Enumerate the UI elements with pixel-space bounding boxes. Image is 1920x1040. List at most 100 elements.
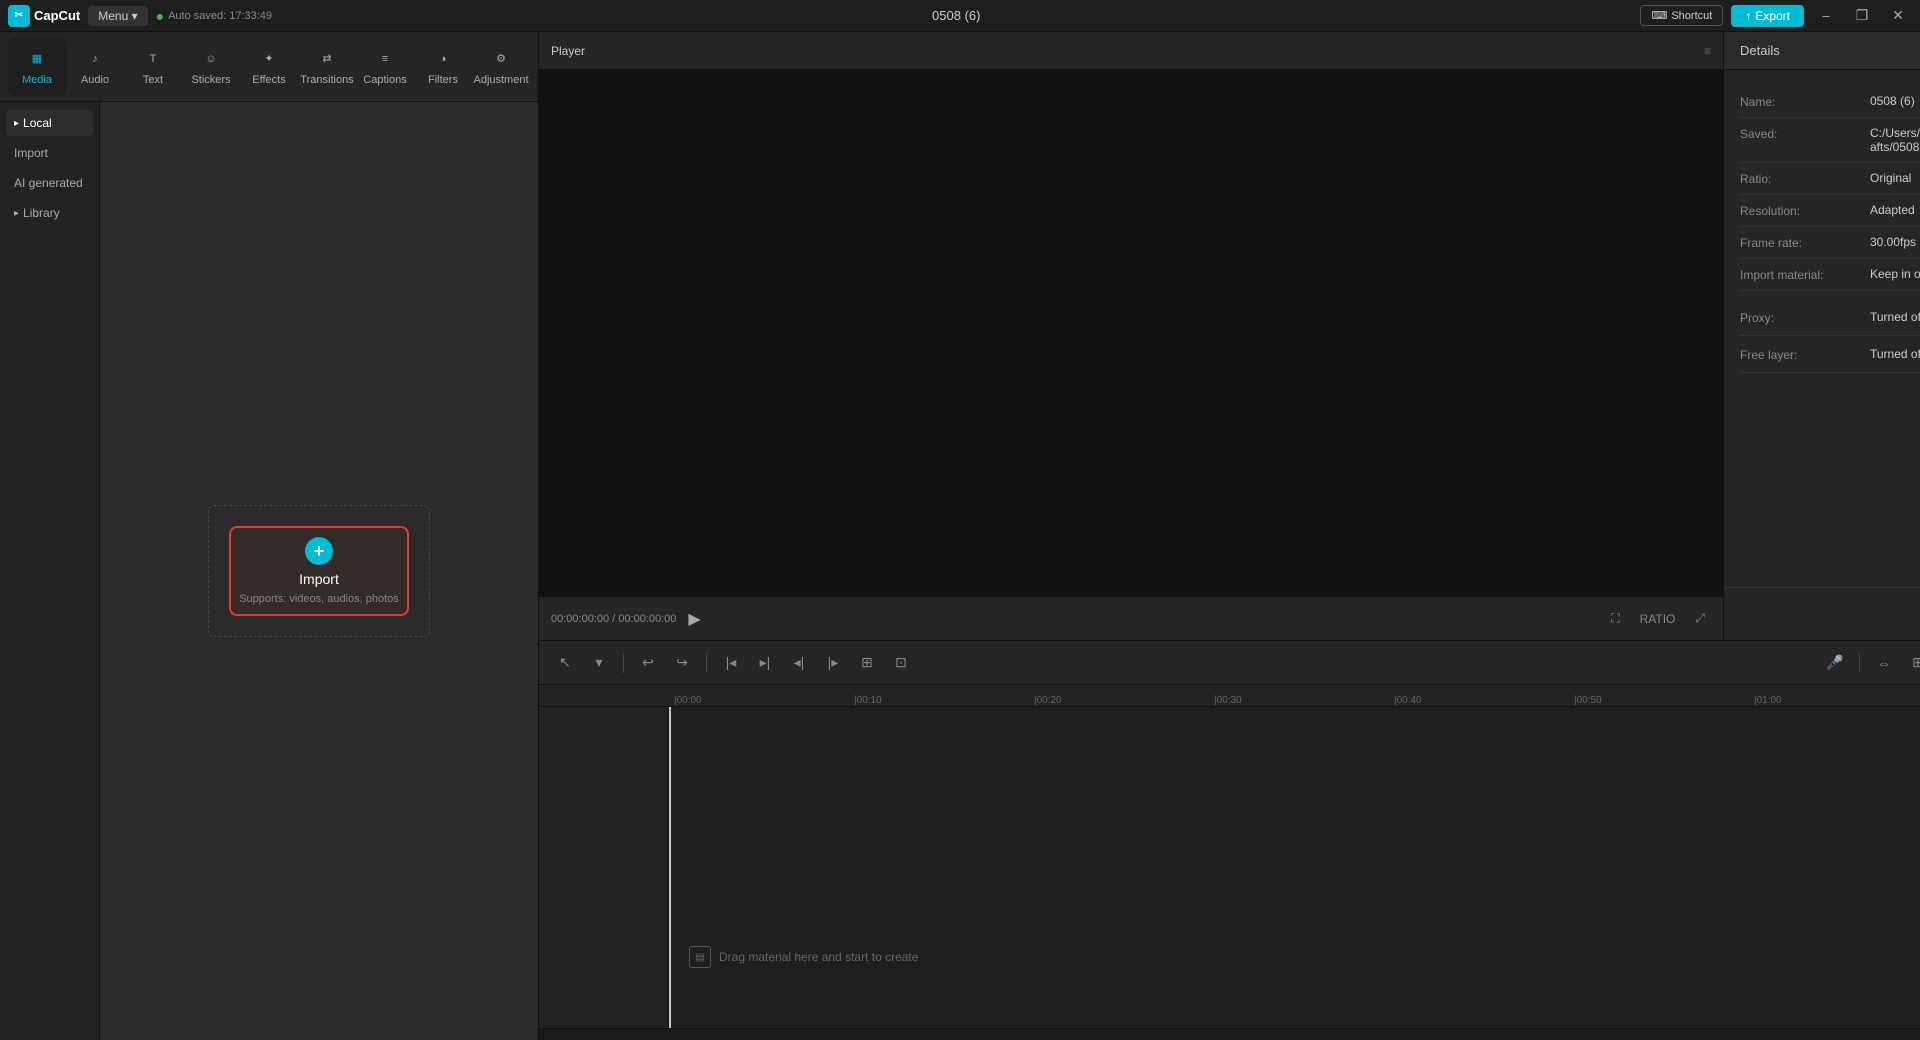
export-button[interactable]: ↑ Export [1731, 5, 1804, 27]
arrow-library: ▸ [14, 208, 19, 219]
toolbar-item-adjustment[interactable]: ⚙ Adjustment [472, 38, 530, 96]
track-area[interactable]: ▤ Drag material here and start to create [669, 707, 1920, 1028]
ratio-button[interactable]: RATIO [1634, 609, 1682, 629]
fit-button[interactable]: ⇔ [1870, 649, 1898, 677]
sidebar-item-local[interactable]: ▸ Local [6, 110, 93, 136]
cursor-dropdown[interactable]: ▾ [585, 649, 613, 677]
autosave-status: ● Auto saved: 17:33:49 [156, 8, 272, 24]
import-label: Import [299, 571, 339, 587]
sidebar-label-local: Local [23, 116, 52, 130]
cursor-button[interactable]: ↖ [551, 649, 579, 677]
filters-icon: ◑ [432, 48, 454, 70]
add-track-button[interactable]: ⊞ [853, 649, 881, 677]
export-label: Export [1755, 9, 1790, 23]
toolbar-item-media[interactable]: ▦ Media [8, 38, 66, 96]
toolbar-item-transitions[interactable]: ⇄ Transitions [298, 38, 356, 96]
effects-label: Effects [252, 74, 285, 86]
arrow-local: ▸ [14, 118, 19, 129]
shortcut-label: Shortcut [1671, 10, 1712, 22]
toolbar-item-filters[interactable]: ◑ Filters [414, 38, 472, 96]
keyboard-icon: ⌨ [1651, 9, 1667, 22]
stickers-icon: ☺ [200, 48, 222, 70]
detail-label: Name: [1740, 94, 1870, 109]
media-icon: ▦ [26, 48, 48, 70]
details-footer: Modify [1724, 587, 1920, 640]
toolbar-separator-1 [623, 653, 624, 673]
ruler-mark: |00:50 [1574, 695, 1754, 706]
minimize-button[interactable]: − [1812, 2, 1840, 30]
toolbar-item-audio[interactable]: ♪ Audio [66, 38, 124, 96]
transitions-icon: ⇄ [316, 48, 338, 70]
player-details-row: Player ≡ 00:00:00:00 / 00:00:00:00 ▶ ⛶ R… [539, 32, 1920, 640]
detail-label: Saved: [1740, 126, 1870, 141]
sidebar-label-import: Import [14, 146, 48, 160]
autosave-label: Auto saved: 17:33:49 [168, 10, 272, 22]
effects-icon: ✦ [258, 48, 280, 70]
ruler-mark: |00:40 [1394, 695, 1574, 706]
detail-label: Proxy: [1740, 310, 1870, 325]
timeline-right-controls: 🎤 ⇔ ⊞ ⊟ ⊠ ≋ ◁ ▷ [1821, 649, 1920, 677]
toolbar-item-text[interactable]: T Text [124, 38, 182, 96]
timeline-section: ↖ ▾ ↩ ↪ |◂ ▸| ◂| |▸ ⊞ ⊡ 🎤 ⇔ ⊞ ⊟ ⊠ [539, 640, 1920, 1040]
detail-row: Saved: C:/Users/MyPC/AppData/Local/CapCu… [1740, 118, 1920, 163]
toolbar-item-effects[interactable]: ✦ Effects [240, 38, 298, 96]
detail-label: Resolution: [1740, 203, 1870, 218]
details-body: Name: 0508 (6) Saved: C:/Users/MyPC/AppD… [1724, 70, 1920, 587]
menu-button[interactable]: Menu ▾ [88, 6, 147, 26]
timecode: 00:00:00:00 / 00:00:00:00 [551, 613, 676, 625]
sidebar-label-library: Library [23, 206, 60, 220]
redo-button[interactable]: ↪ [668, 649, 696, 677]
detail-row: Name: 0508 (6) [1740, 86, 1920, 118]
playhead [669, 707, 671, 1028]
left-panel: ▦ Media ♪ Audio T Text ☺ Stickers ✦ Effe… [0, 32, 539, 1040]
play-button[interactable]: ▶ [688, 609, 700, 629]
player-title: Player [551, 44, 585, 58]
player-header: Player ≡ [539, 32, 1723, 70]
sidebar-label-ai_generated: AI generated [14, 176, 83, 190]
timeline-scrollbar[interactable] [539, 1028, 1920, 1040]
sidebar-item-import[interactable]: Import [6, 140, 93, 166]
fullscreen-button[interactable]: ⤢ [1689, 608, 1711, 629]
adjustment-label: Adjustment [473, 74, 528, 86]
transitions-label: Transitions [300, 74, 353, 86]
detail-label: Frame rate: [1740, 235, 1870, 250]
details-header: Details [1724, 32, 1920, 70]
detail-value: Original [1870, 171, 1920, 185]
shortcut-button[interactable]: ⌨ Shortcut [1640, 5, 1723, 26]
media-panel: ▸ Local Import AI generated ▸ Library + Impor… [0, 102, 538, 1040]
split-left-button[interactable]: |◂ [717, 649, 745, 677]
title-bar-right: ⌨ Shortcut ↑ Export − ❐ ✕ [1640, 2, 1912, 30]
logo-text: CapCut [34, 8, 80, 23]
detail-value: 30.00fps [1870, 235, 1920, 249]
trim-right-button[interactable]: |▸ [819, 649, 847, 677]
grid-button[interactable]: ⊡ [887, 649, 915, 677]
timeline-ruler: |00:00|00:10|00:20|00:30|00:40|00:50|01:… [539, 685, 1920, 707]
detail-value: Keep in original place [1870, 267, 1920, 281]
detail-value: Turned off [1870, 347, 1920, 361]
toolbar-item-stickers[interactable]: ☺ Stickers [182, 38, 240, 96]
restore-button[interactable]: ❐ [1848, 2, 1876, 30]
sidebar-item-ai_generated[interactable]: AI generated [6, 170, 93, 196]
details-panel: Details Name: 0508 (6) Saved: C:/Users/M… [1724, 32, 1920, 640]
ruler-marks: |00:00|00:10|00:20|00:30|00:40|00:50|01:… [674, 685, 1920, 706]
undo-button[interactable]: ↩ [634, 649, 662, 677]
player-menu-icon[interactable]: ≡ [1704, 44, 1711, 58]
zoom-fit-button[interactable]: ⊞ [1904, 649, 1920, 677]
import-box[interactable]: + Import Supports: videos, audios, photo… [229, 526, 409, 616]
sidebar-item-library[interactable]: ▸ Library [6, 200, 93, 226]
ruler-mark: |01:00 [1754, 695, 1920, 706]
mic-button[interactable]: 🎤 [1821, 649, 1849, 677]
split-right-button[interactable]: ▸| [751, 649, 779, 677]
adjustment-icon: ⚙ [490, 48, 512, 70]
sidebar: ▸ Local Import AI generated ▸ Library [0, 102, 100, 1040]
snapshot-button[interactable]: ⛶ [1605, 608, 1625, 629]
toolbar-item-captions[interactable]: ≡ Captions [356, 38, 414, 96]
detail-value: Adapted [1870, 203, 1920, 217]
trim-left-button[interactable]: ◂| [785, 649, 813, 677]
close-button[interactable]: ✕ [1884, 2, 1912, 30]
detail-row: Frame rate: 30.00fps [1740, 227, 1920, 259]
project-title: 0508 (6) [932, 8, 980, 23]
player-panel: Player ≡ 00:00:00:00 / 00:00:00:00 ▶ ⛶ R… [539, 32, 1724, 640]
ruler-mark: |00:00 [674, 695, 854, 706]
detail-label: Import material: [1740, 267, 1870, 282]
